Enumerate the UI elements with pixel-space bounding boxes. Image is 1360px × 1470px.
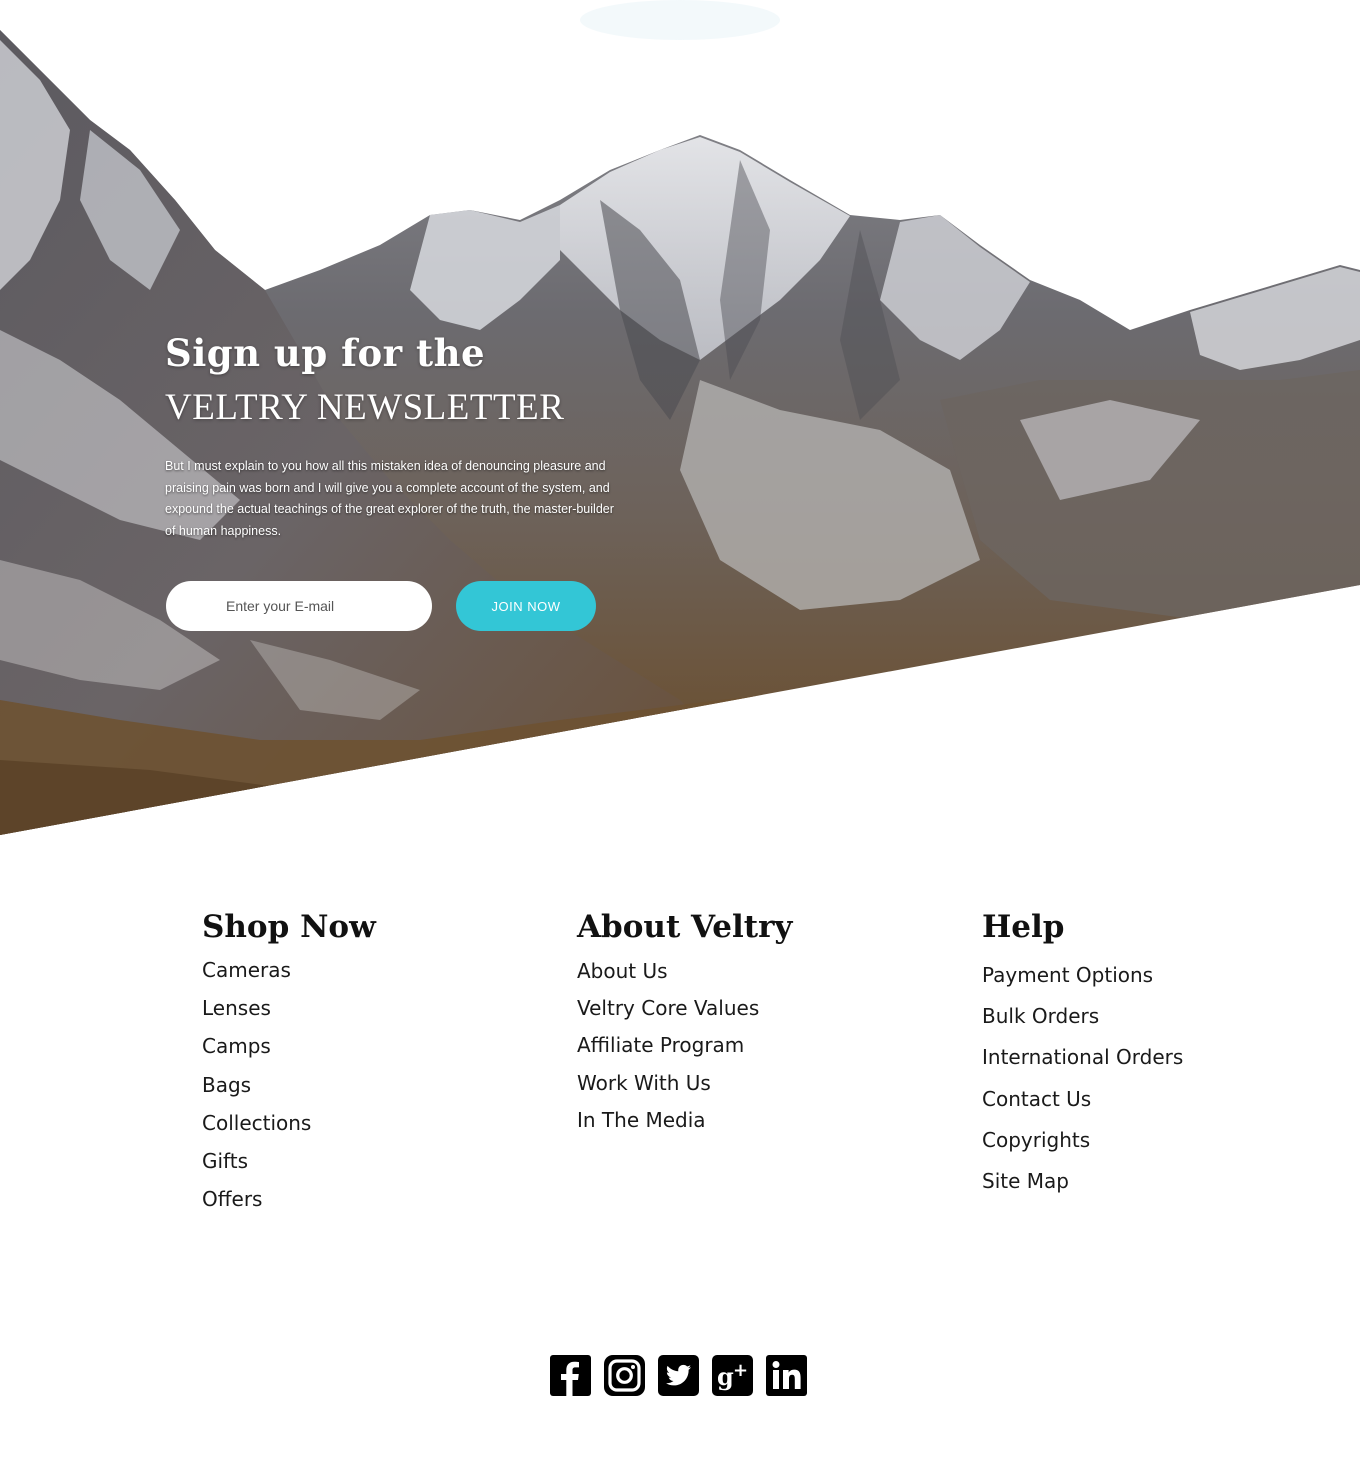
- footer-column-title: Shop Now: [202, 909, 376, 945]
- list-item: Gifts: [202, 1142, 376, 1180]
- list-item: Cameras: [202, 951, 376, 989]
- footer-link-bags[interactable]: Bags: [202, 1066, 251, 1104]
- list-item: About Us: [577, 953, 792, 990]
- linkedin-icon[interactable]: [766, 1355, 807, 1396]
- list-item: Veltry Core Values: [577, 990, 792, 1027]
- list-item: Collections: [202, 1104, 376, 1142]
- email-input[interactable]: [166, 581, 432, 631]
- page: Sign up for the VELTRY NEWSLETTER But I …: [0, 0, 1360, 1470]
- list-item: Bulk Orders: [982, 996, 1183, 1037]
- newsletter-content: Sign up for the VELTRY NEWSLETTER But I …: [165, 330, 635, 555]
- newsletter-signup-form: JOIN NOW: [166, 581, 606, 633]
- footer-link-international-orders[interactable]: International Orders: [982, 1037, 1183, 1078]
- instagram-icon[interactable]: [604, 1355, 645, 1396]
- list-item: In The Media: [577, 1102, 792, 1139]
- list-item: Bags: [202, 1066, 376, 1104]
- footer-link-list: Cameras Lenses Camps Bags Collections Gi…: [202, 951, 376, 1218]
- footer-column-title: Help: [982, 909, 1065, 945]
- footer-link-list: Payment Options Bulk Orders Internationa…: [982, 955, 1183, 1202]
- list-item: Work With Us: [577, 1065, 792, 1102]
- footer-link-offers[interactable]: Offers: [202, 1180, 262, 1218]
- footer-link-collections[interactable]: Collections: [202, 1104, 311, 1142]
- svg-text:g: g: [717, 1362, 734, 1391]
- footer-link-cameras[interactable]: Cameras: [202, 951, 291, 989]
- footer-link-camps[interactable]: Camps: [202, 1027, 271, 1065]
- footer-column-shop: Shop Now Cameras Lenses Camps Bags Colle…: [202, 905, 376, 1218]
- list-item: Affiliate Program: [577, 1027, 792, 1064]
- social-links: g +: [550, 1355, 820, 1400]
- footer-link-site-map[interactable]: Site Map: [982, 1161, 1069, 1202]
- footer-link-core-values[interactable]: Veltry Core Values: [577, 990, 759, 1027]
- list-item: International Orders: [982, 1037, 1183, 1078]
- footer-link-bulk-orders[interactable]: Bulk Orders: [982, 996, 1099, 1037]
- footer-column-help: Help Payment Options Bulk Orders Interna…: [982, 905, 1183, 1202]
- newsletter-title-line1: Sign up for the: [165, 331, 486, 375]
- newsletter-title-line2: VELTRY NEWSLETTER: [165, 387, 565, 428]
- footer-link-gifts[interactable]: Gifts: [202, 1142, 248, 1180]
- join-now-button[interactable]: JOIN NOW: [456, 581, 596, 631]
- footer-link-work-with-us[interactable]: Work With Us: [577, 1065, 711, 1102]
- footer-link-copyrights[interactable]: Copyrights: [982, 1120, 1090, 1161]
- google-plus-icon[interactable]: g +: [712, 1355, 753, 1396]
- svg-text:+: +: [733, 1360, 748, 1381]
- footer-link-list: About Us Veltry Core Values Affiliate Pr…: [577, 953, 792, 1139]
- list-item: Lenses: [202, 989, 376, 1027]
- footer-link-payment-options[interactable]: Payment Options: [982, 955, 1153, 996]
- footer-column-about: About Veltry About Us Veltry Core Values…: [577, 905, 792, 1139]
- footer-link-affiliate-program[interactable]: Affiliate Program: [577, 1027, 744, 1064]
- twitter-icon[interactable]: [658, 1355, 699, 1396]
- list-item: Offers: [202, 1180, 376, 1218]
- footer-link-lenses[interactable]: Lenses: [202, 989, 271, 1027]
- facebook-icon[interactable]: [550, 1355, 591, 1396]
- list-item: Camps: [202, 1027, 376, 1065]
- list-item: Contact Us: [982, 1079, 1183, 1120]
- newsletter-description: But I must explain to you how all this m…: [165, 459, 614, 538]
- footer-link-in-the-media[interactable]: In The Media: [577, 1102, 706, 1139]
- footer-link-about-us[interactable]: About Us: [577, 953, 668, 990]
- footer-link-contact-us[interactable]: Contact Us: [982, 1079, 1091, 1120]
- footer-column-title: About Veltry: [577, 909, 793, 945]
- newsletter-hero: Sign up for the VELTRY NEWSLETTER But I …: [0, 0, 1360, 840]
- list-item: Site Map: [982, 1161, 1183, 1202]
- list-item: Copyrights: [982, 1120, 1183, 1161]
- list-item: Payment Options: [982, 955, 1183, 996]
